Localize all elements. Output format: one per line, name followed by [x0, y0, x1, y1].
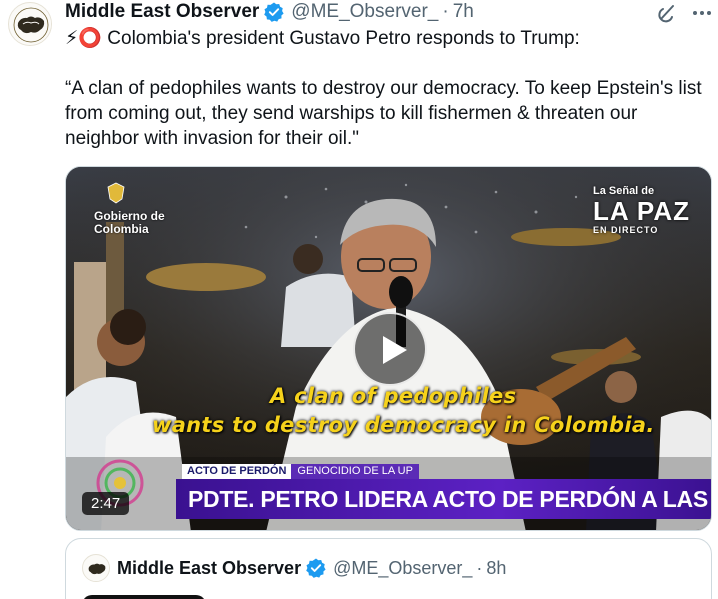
quoted-post-header: Middle East Observer @ME_Observer_ · 8h [117, 556, 506, 580]
author-name[interactable]: Middle East Observer [65, 1, 259, 23]
quoted-post-timestamp: 8h [486, 557, 507, 578]
post-header: Middle East Observer @ME_Observer_ · 7h [65, 0, 474, 24]
video-duration: 2:47 [82, 492, 130, 515]
quoted-post-card[interactable]: Middle East Observer @ME_Observer_ · 8h [65, 538, 712, 599]
video-player[interactable]: Gobierno de Colombia La Señal de LA PAZ … [65, 166, 712, 531]
coat-of-arms-icon [107, 182, 125, 204]
verified-badge-icon [305, 557, 327, 579]
verified-badge-icon[interactable] [263, 1, 285, 23]
quoted-author-name: Middle East Observer [117, 557, 302, 578]
author-handle[interactable]: @ME_Observer_ [291, 1, 438, 23]
quoted-author-avatar [82, 554, 110, 582]
more-options-icon[interactable] [690, 1, 714, 25]
channel-logo-line3: EN DIRECTO [593, 225, 659, 235]
news-ticker: ACTO DE PERDÓN GENOCIDIO DE LA UP PDTE. … [176, 461, 711, 523]
gov-logo-line2: Colombia [94, 222, 149, 236]
play-icon [383, 336, 407, 364]
ticker-tag: ACTO DE PERDÓN [182, 464, 292, 479]
ticker-tag-row: ACTO DE PERDÓN GENOCIDIO DE LA UP [182, 464, 419, 479]
grok-icon[interactable] [655, 1, 679, 25]
play-button[interactable] [353, 312, 427, 386]
author-avatar[interactable] [8, 2, 52, 46]
quoted-media-thumbnail [82, 595, 206, 599]
separator-dot: · [442, 1, 449, 22]
channel-logo: La Señal de LA PAZ EN DIRECTO [593, 185, 690, 235]
quoted-author-handle: @ME_Observer_ [333, 557, 473, 578]
video-subtitle-line1: A clan of pedophiles [270, 384, 517, 408]
post-text: ⚡⭕ Colombia's president Gustavo Petro re… [65, 28, 702, 149]
ticker-topic: GENOCIDIO DE LA UP [291, 464, 419, 479]
government-logo: Gobierno de Colombia [94, 181, 165, 236]
separator-dot: · [476, 557, 483, 578]
post-timestamp[interactable]: 7h [453, 1, 474, 23]
channel-logo-line2: LA PAZ [593, 196, 690, 226]
video-subtitle-line2: wants to destroy democracy in Colombia. [152, 413, 655, 437]
ticker-headline: PDTE. PETRO LIDERA ACTO DE PERDÓN A LAS … [176, 479, 711, 519]
